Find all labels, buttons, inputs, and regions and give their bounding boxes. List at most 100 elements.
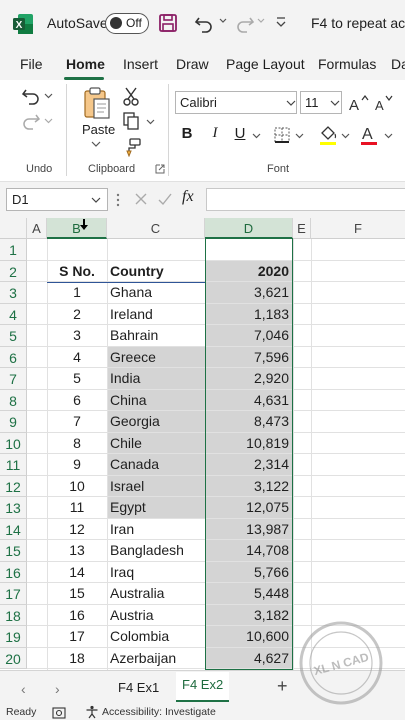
row-header[interactable]: 8 bbox=[0, 389, 27, 411]
formula-bar-grip-icon[interactable] bbox=[116, 192, 120, 208]
country-cell[interactable]: Colombia bbox=[110, 628, 169, 644]
column-header-b[interactable]: B bbox=[47, 218, 107, 239]
row-header[interactable]: 5 bbox=[0, 325, 27, 347]
country-cell[interactable]: Bahrain bbox=[110, 327, 158, 343]
column-header-d[interactable]: D bbox=[205, 218, 293, 239]
increase-font-size-icon[interactable]: A bbox=[348, 93, 370, 113]
row-header[interactable]: 3 bbox=[0, 282, 27, 304]
paste-icon[interactable] bbox=[82, 86, 112, 120]
row-header[interactable]: 19 bbox=[0, 626, 27, 648]
row-header[interactable]: 18 bbox=[0, 604, 27, 626]
redo-ribbon-dropdown-icon[interactable] bbox=[44, 117, 53, 125]
tab-insert[interactable]: Insert bbox=[123, 56, 158, 72]
copy-icon[interactable] bbox=[122, 111, 142, 131]
paste-label[interactable]: Paste bbox=[82, 122, 115, 137]
insert-function-button[interactable]: fx bbox=[182, 188, 194, 206]
sno-cell[interactable]: 8 bbox=[48, 435, 106, 451]
copy-dropdown-icon[interactable] bbox=[146, 118, 155, 126]
country-cell[interactable]: Austria bbox=[110, 607, 154, 623]
select-all-corner[interactable] bbox=[0, 218, 27, 239]
sno-cell[interactable]: 5 bbox=[48, 370, 106, 386]
row-header[interactable]: 12 bbox=[0, 475, 27, 497]
font-name-dropdown-icon[interactable] bbox=[286, 99, 296, 107]
font-size-dropdown-icon[interactable] bbox=[330, 99, 340, 107]
undo-dropdown-icon[interactable] bbox=[218, 16, 228, 26]
save-icon[interactable] bbox=[158, 13, 178, 33]
sno-cell[interactable]: 18 bbox=[48, 650, 106, 666]
sno-cell[interactable]: 14 bbox=[48, 564, 106, 580]
country-cell[interactable]: Ghana bbox=[110, 284, 152, 300]
row-header[interactable]: 17 bbox=[0, 583, 27, 605]
country-cell[interactable]: Canada bbox=[110, 456, 159, 472]
sheet-tab-f4-ex1[interactable]: F4 Ex1 bbox=[118, 680, 159, 695]
decrease-font-size-icon[interactable]: A bbox=[374, 93, 396, 113]
column-header-c[interactable]: C bbox=[107, 218, 205, 239]
sno-cell[interactable]: 4 bbox=[48, 349, 106, 365]
autosave-toggle[interactable]: Off bbox=[105, 13, 149, 34]
sno-cell[interactable]: 2 bbox=[48, 306, 106, 322]
country-cell[interactable]: Chile bbox=[110, 435, 142, 451]
column-header-e[interactable]: E bbox=[293, 218, 311, 239]
row-header[interactable]: 4 bbox=[0, 303, 27, 325]
confirm-entry-icon[interactable] bbox=[157, 191, 173, 207]
sno-cell[interactable]: 7 bbox=[48, 413, 106, 429]
redo-icon[interactable] bbox=[234, 12, 256, 34]
column-header-f[interactable]: F bbox=[311, 218, 405, 239]
country-cell[interactable]: Iraq bbox=[110, 564, 134, 580]
redo-ribbon-icon[interactable] bbox=[20, 111, 42, 131]
tab-draw[interactable]: Draw bbox=[176, 56, 209, 72]
sno-cell[interactable]: 6 bbox=[48, 392, 106, 408]
sno-cell[interactable]: 10 bbox=[48, 478, 106, 494]
bold-button[interactable]: B bbox=[178, 125, 196, 142]
row-header[interactable]: 7 bbox=[0, 368, 27, 390]
sno-cell[interactable]: 17 bbox=[48, 628, 106, 644]
tab-home[interactable]: Home bbox=[66, 56, 105, 72]
italic-button[interactable]: I bbox=[206, 125, 224, 142]
sno-cell[interactable]: 12 bbox=[48, 521, 106, 537]
paste-dropdown-icon[interactable] bbox=[91, 140, 101, 148]
fill-color-icon[interactable] bbox=[318, 124, 338, 146]
status-accessibility[interactable]: Accessibility: Investigate bbox=[102, 706, 216, 718]
tab-file[interactable]: File bbox=[20, 56, 43, 72]
borders-dropdown-icon[interactable] bbox=[295, 132, 304, 140]
customize-quick-access-icon[interactable] bbox=[274, 14, 288, 30]
sno-cell[interactable]: 15 bbox=[48, 585, 106, 601]
undo-ribbon-dropdown-icon[interactable] bbox=[44, 92, 53, 100]
sno-cell[interactable]: 11 bbox=[48, 499, 106, 515]
country-cell[interactable]: Australia bbox=[110, 585, 164, 601]
tab-page-layout[interactable]: Page Layout bbox=[226, 56, 305, 72]
font-name-select[interactable]: Calibri bbox=[175, 91, 297, 114]
row-header[interactable]: 11 bbox=[0, 454, 27, 476]
row-header[interactable]: 9 bbox=[0, 411, 27, 433]
sno-cell[interactable]: 16 bbox=[48, 607, 106, 623]
redo-dropdown-icon[interactable] bbox=[256, 16, 266, 26]
row-header[interactable]: 2 bbox=[0, 260, 27, 282]
formula-input[interactable] bbox=[206, 188, 405, 211]
country-cell[interactable]: Iran bbox=[110, 521, 134, 537]
underline-dropdown-icon[interactable] bbox=[252, 132, 261, 140]
next-sheet-icon[interactable]: › bbox=[55, 681, 60, 697]
country-cell[interactable]: India bbox=[110, 370, 140, 386]
clipboard-launcher-icon[interactable] bbox=[155, 164, 165, 174]
previous-sheet-icon[interactable]: ‹ bbox=[21, 681, 26, 697]
sno-cell[interactable]: 1 bbox=[48, 284, 106, 300]
borders-icon[interactable] bbox=[273, 126, 291, 144]
tab-data[interactable]: Da bbox=[391, 56, 405, 72]
sno-cell[interactable]: 13 bbox=[48, 542, 106, 558]
fill-color-dropdown-icon[interactable] bbox=[341, 132, 350, 140]
row-header[interactable]: 15 bbox=[0, 540, 27, 562]
accessibility-icon[interactable] bbox=[85, 705, 99, 719]
country-cell[interactable]: Israel bbox=[110, 478, 144, 494]
sheet-tab-f4-ex2[interactable]: F4 Ex2 bbox=[176, 672, 230, 702]
cancel-entry-icon[interactable] bbox=[133, 191, 149, 207]
row-header[interactable]: 13 bbox=[0, 497, 27, 519]
undo-ribbon-icon[interactable] bbox=[20, 86, 42, 106]
font-color-dropdown-icon[interactable] bbox=[384, 132, 393, 140]
header-country-cell[interactable]: Country bbox=[110, 263, 164, 279]
tab-formulas[interactable]: Formulas bbox=[318, 56, 376, 72]
country-cell[interactable]: Ireland bbox=[110, 306, 153, 322]
undo-icon[interactable] bbox=[193, 12, 215, 34]
row-header[interactable]: 14 bbox=[0, 518, 27, 540]
country-cell[interactable]: Egypt bbox=[110, 499, 146, 515]
header-sno-cell[interactable]: S No. bbox=[48, 263, 106, 279]
